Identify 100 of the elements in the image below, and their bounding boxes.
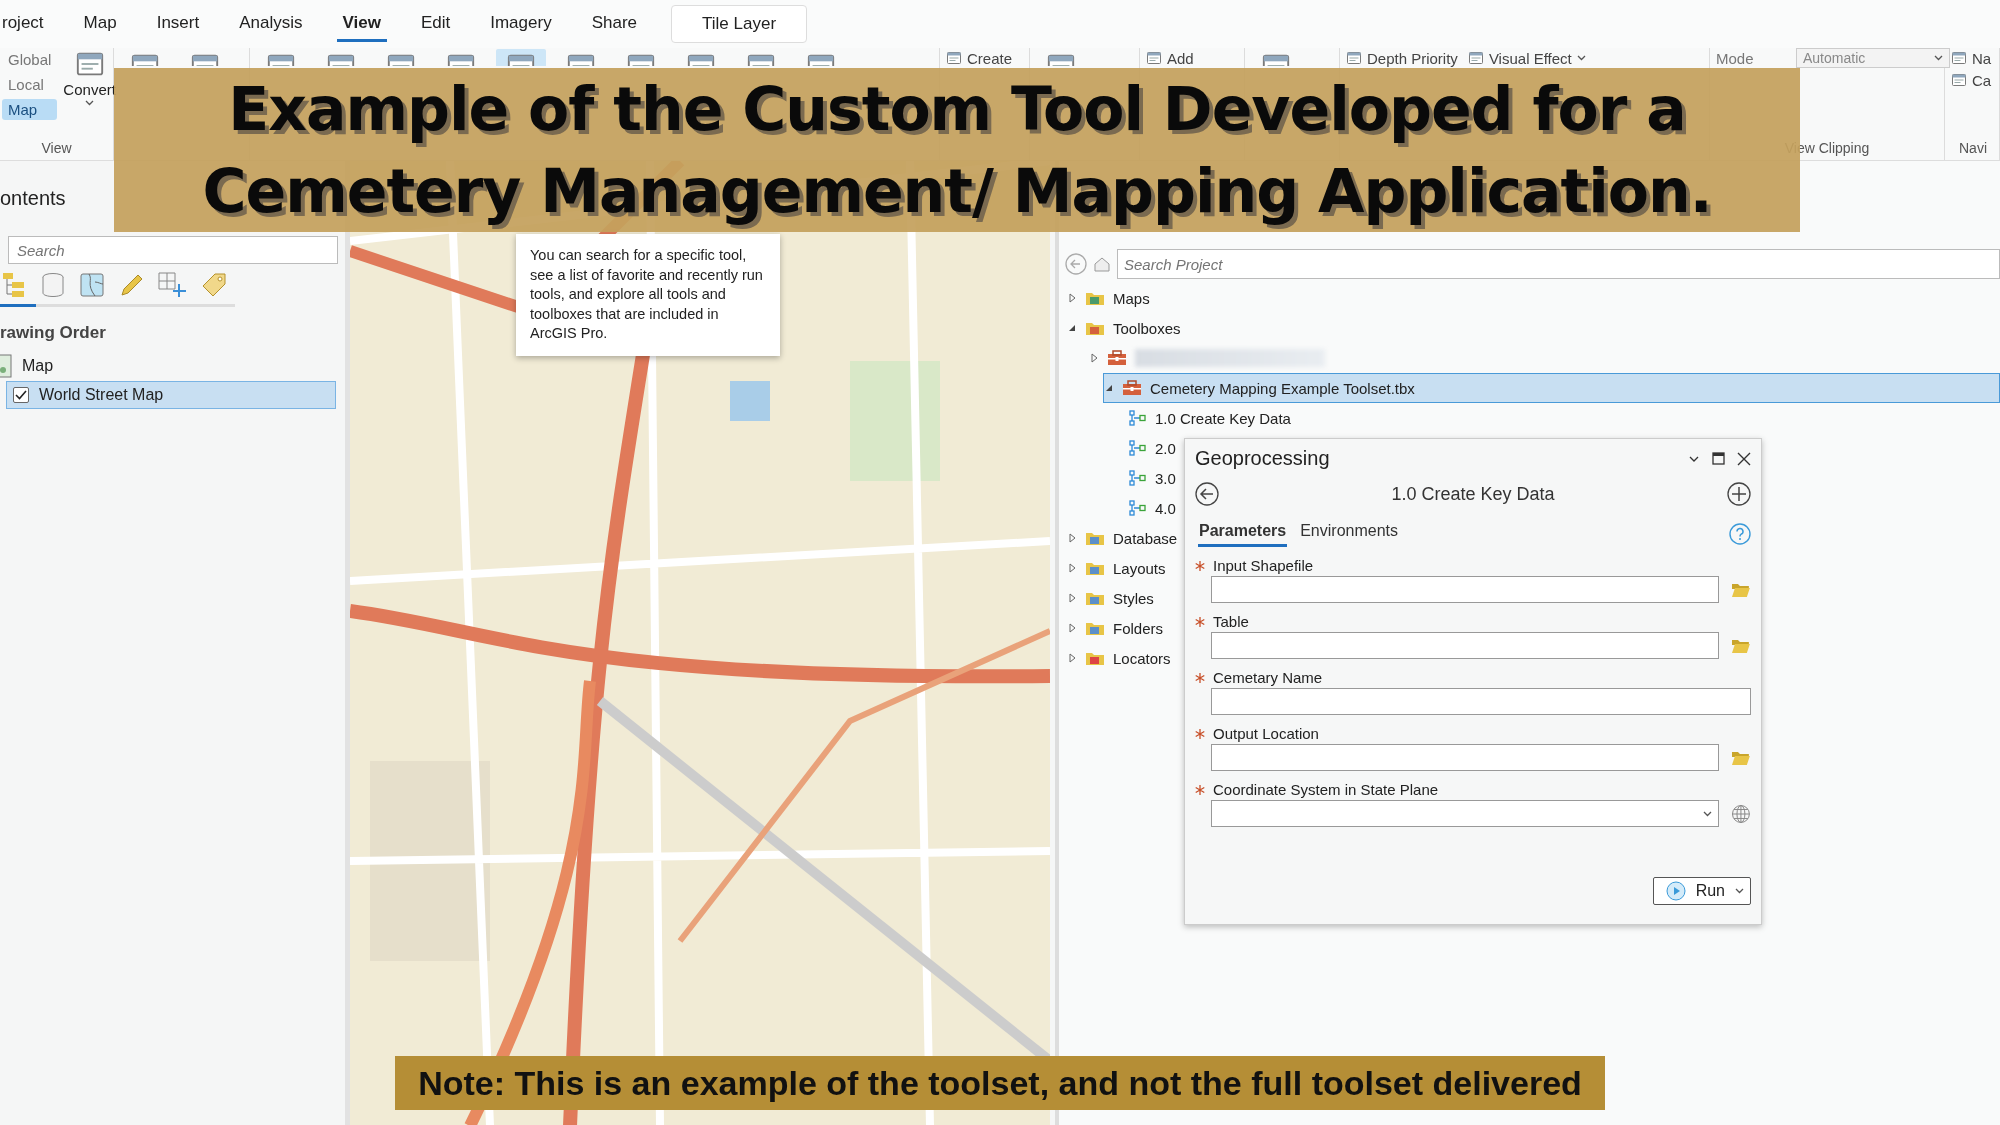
tree-item[interactable]: Styles: [1059, 583, 1154, 613]
folder-icon[interactable]: [1731, 749, 1751, 766]
tree-label: Database: [1113, 529, 1178, 547]
checkbox[interactable]: [13, 387, 29, 403]
ribbon-button[interactable]: Create: [946, 49, 1013, 67]
folder-icon: [1085, 650, 1105, 666]
tree-item[interactable]: Maps: [1059, 283, 1150, 313]
layer-item[interactable]: World Street Map: [6, 381, 336, 409]
ribbon-tab[interactable]: Tile Layer: [671, 5, 808, 43]
collapsed-arrow-icon[interactable]: [1067, 623, 1077, 633]
folder-icon: [1085, 620, 1105, 636]
ribbon-tab[interactable]: roject: [0, 6, 50, 42]
parameter-label: Coordinate System in State Plane: [1213, 781, 1439, 798]
search-field[interactable]: Search: [8, 236, 338, 264]
expanded-arrow-icon[interactable]: [1067, 323, 1077, 333]
tree-item[interactable]: 3.0: [1059, 463, 1176, 493]
collapsed-arrow-icon[interactable]: [1067, 593, 1077, 603]
folder-icon[interactable]: [1731, 637, 1751, 654]
tree-item[interactable]: Cemetery Mapping Example Toolset.tbx: [1103, 373, 2000, 403]
ribbon-tab[interactable]: Analysis: [233, 6, 309, 42]
database-icon[interactable]: [41, 272, 65, 298]
tool-icon: [1129, 440, 1147, 456]
map-icon: [0, 354, 12, 378]
caret-icon: [1934, 55, 1943, 61]
collapsed-arrow-icon[interactable]: [1067, 293, 1077, 303]
pane-title: ontents: [0, 187, 67, 210]
ribbon-button[interactable]: Ca: [1951, 71, 1992, 89]
view-option[interactable]: Map: [2, 99, 58, 120]
path-field[interactable]: [1211, 744, 1720, 771]
tree-item[interactable]: Folders: [1059, 613, 1164, 643]
tooltip: You can search for a specific tool, see a list of favorite and recently run tools, and explore all tools and toolboxes that are included in ArcGIS Pro.: [516, 234, 780, 356]
tool-icon: [1129, 500, 1147, 516]
folder-icon: [1085, 530, 1105, 546]
section-heading: rawing Order: [0, 323, 107, 343]
ribbon-button[interactable]: Na: [1951, 49, 1992, 67]
view-option[interactable]: Local: [2, 74, 58, 95]
banner-title: Example of the Custom Tool Developed for a Cemetery Management/ Mapping Application.: [202, 73, 1712, 228]
folder-icon: [1085, 590, 1105, 606]
ribbon-button[interactable]: Depth Priority: [1346, 49, 1458, 67]
map-icon[interactable]: [80, 272, 104, 298]
pane-tab[interactable]: Environments: [1299, 520, 1399, 547]
collapsed-arrow-icon[interactable]: [1089, 353, 1099, 363]
tree-item[interactable]: 4.0: [1059, 493, 1176, 523]
ribbon-tab[interactable]: Imagery: [484, 6, 558, 42]
folder-icon: [1085, 290, 1105, 306]
tree-label: 3.0: [1155, 469, 1176, 487]
toolbox-icon: [1107, 350, 1127, 366]
search-field[interactable]: Search Project: [1117, 249, 2000, 279]
ribbon-tab[interactable]: Edit: [414, 6, 457, 42]
tree-item[interactable]: Layouts: [1059, 553, 1166, 583]
pencil-icon[interactable]: [119, 272, 143, 298]
ribbon-tab[interactable]: View: [336, 6, 387, 42]
caret-icon: [1703, 810, 1713, 817]
close-icon[interactable]: [1737, 451, 1751, 466]
parameter-label: Output Location: [1213, 725, 1319, 742]
folder-icon: [1085, 560, 1105, 576]
path-field[interactable]: [1211, 632, 1720, 659]
expanded-arrow-icon[interactable]: [1104, 383, 1114, 393]
add-icon[interactable]: [1727, 482, 1751, 506]
caret-icon: [1735, 888, 1744, 894]
run-button[interactable]: Run: [1652, 877, 1751, 905]
pane-tab[interactable]: Parameters: [1198, 520, 1288, 547]
field-label: Mode: [1716, 49, 1755, 67]
folder-icon[interactable]: [1731, 581, 1751, 598]
dropdown-field[interactable]: [1211, 800, 1720, 827]
tree-item[interactable]: 1.0 Create Key Data: [1059, 403, 1291, 433]
tree-item[interactable]: 2.0: [1059, 433, 1176, 463]
collapsed-arrow-icon[interactable]: [1067, 533, 1077, 543]
home-icon[interactable]: [1093, 255, 1111, 273]
ribbon-tab[interactable]: Map: [77, 6, 123, 42]
parameter-label: Input Shapefile: [1213, 557, 1314, 574]
text-field[interactable]: [1211, 688, 1751, 715]
group-label: Navi: [1959, 140, 1987, 156]
maximize-icon[interactable]: [1712, 452, 1725, 465]
toolbox-icon: [1122, 380, 1142, 396]
ribbon-tab[interactable]: Share: [585, 6, 644, 42]
tree-label: 4.0: [1155, 499, 1176, 517]
tree-label: Layouts: [1113, 559, 1166, 577]
tree-item[interactable]: Database: [1059, 523, 1178, 553]
globe-icon[interactable]: [1731, 803, 1751, 824]
help-icon[interactable]: [1729, 522, 1751, 545]
note-banner: Note: This is an example of the toolset, and not the full toolset delivered: [395, 1056, 1605, 1110]
ribbon-button[interactable]: Visual Effect: [1467, 49, 1586, 67]
tool-icon: [1129, 470, 1147, 486]
back-icon[interactable]: [1195, 482, 1219, 506]
tree-item[interactable]: Toolboxes: [1059, 313, 1181, 343]
collapsed-arrow-icon[interactable]: [1067, 563, 1077, 573]
tree-label: Toolboxes: [1113, 319, 1181, 337]
tree-label: Cemetery Mapping Example Toolset.tbx: [1150, 379, 1415, 397]
tag-icon[interactable]: [201, 272, 227, 298]
view-option[interactable]: Global: [2, 49, 58, 70]
ribbon-button[interactable]: Add: [1146, 49, 1194, 67]
collapsed-arrow-icon[interactable]: [1067, 653, 1077, 663]
tree-label: 1.0 Create Key Data: [1155, 409, 1291, 427]
ribbon-icon-button[interactable]: [496, 49, 546, 66]
path-field[interactable]: [1211, 576, 1720, 603]
ribbon-tab[interactable]: Insert: [150, 6, 206, 42]
tree-item[interactable]: Locators: [1059, 643, 1171, 673]
grid-add-icon[interactable]: [158, 272, 186, 298]
map-label: Map: [22, 357, 54, 375]
